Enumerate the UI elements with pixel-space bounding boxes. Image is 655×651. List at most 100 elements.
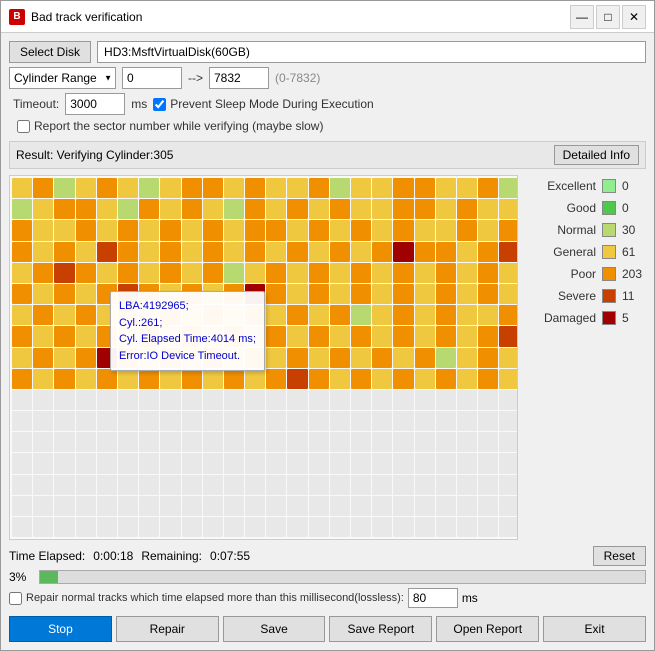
close-button[interactable]: ✕ bbox=[622, 5, 646, 29]
grid-cell bbox=[266, 326, 286, 346]
grid-cell bbox=[224, 242, 244, 262]
legend-color bbox=[602, 245, 616, 259]
grid-cell bbox=[415, 263, 435, 283]
grid-cell bbox=[33, 517, 53, 537]
grid-cell bbox=[54, 517, 74, 537]
report-sector-checkbox[interactable] bbox=[17, 120, 30, 133]
grid-cell bbox=[203, 199, 223, 219]
grid-cell bbox=[33, 411, 53, 431]
grid-cell bbox=[287, 517, 307, 537]
grid-cell bbox=[139, 475, 159, 495]
repair-button[interactable]: Repair bbox=[116, 616, 219, 642]
grid-cell bbox=[33, 369, 53, 389]
grid-cell bbox=[393, 263, 413, 283]
grid-cell bbox=[309, 263, 329, 283]
grid-cell bbox=[12, 369, 32, 389]
grid-cell bbox=[54, 305, 74, 325]
grid-cell bbox=[203, 263, 223, 283]
grid-cell bbox=[309, 517, 329, 537]
grid-cell bbox=[436, 326, 456, 346]
stop-button[interactable]: Stop bbox=[9, 616, 112, 642]
legend-count: 0 bbox=[622, 201, 646, 215]
grid-cell bbox=[182, 517, 202, 537]
grid-cell bbox=[33, 475, 53, 495]
grid-cell bbox=[266, 517, 286, 537]
grid-cell bbox=[97, 284, 117, 304]
prevent-sleep-label[interactable]: Prevent Sleep Mode During Execution bbox=[153, 97, 373, 111]
grid-cell bbox=[351, 411, 371, 431]
grid-cell bbox=[203, 220, 223, 240]
grid-cell bbox=[224, 263, 244, 283]
grid-cell bbox=[76, 305, 96, 325]
grid-cell bbox=[182, 453, 202, 473]
grid-cell bbox=[224, 496, 244, 516]
legend-count: 11 bbox=[622, 289, 646, 303]
grid-cell bbox=[266, 411, 286, 431]
grid-cell bbox=[287, 326, 307, 346]
maximize-button[interactable]: □ bbox=[596, 5, 620, 29]
grid-cell bbox=[224, 348, 244, 368]
report-sector-label[interactable]: Report the sector number while verifying… bbox=[17, 119, 323, 133]
grid-cell bbox=[351, 178, 371, 198]
grid-cell bbox=[330, 242, 350, 262]
grid-cell bbox=[393, 242, 413, 262]
grid-cell bbox=[266, 305, 286, 325]
grid-cell bbox=[54, 284, 74, 304]
range-type-dropdown-wrap[interactable]: Cylinder Range bbox=[9, 67, 116, 89]
grid-cell bbox=[33, 263, 53, 283]
grid-cell bbox=[309, 411, 329, 431]
grid-cell bbox=[245, 199, 265, 219]
grid-cell bbox=[287, 390, 307, 410]
exit-button[interactable]: Exit bbox=[543, 616, 646, 642]
grid-cell bbox=[76, 178, 96, 198]
result-text: Result: Verifying Cylinder:305 bbox=[16, 148, 173, 162]
prevent-sleep-checkbox[interactable] bbox=[153, 98, 166, 111]
grid-cell bbox=[499, 411, 518, 431]
grid-cell bbox=[457, 475, 477, 495]
grid-cell bbox=[203, 517, 223, 537]
grid-cell bbox=[245, 432, 265, 452]
grid-cell bbox=[478, 178, 498, 198]
repair-checkbox[interactable] bbox=[9, 592, 22, 605]
range-type-dropdown[interactable]: Cylinder Range bbox=[9, 67, 116, 89]
disk-value: HD3:MsftVirtualDisk(60GB) bbox=[97, 41, 646, 63]
grid-cell bbox=[330, 496, 350, 516]
open-report-button[interactable]: Open Report bbox=[436, 616, 539, 642]
grid-cell bbox=[33, 178, 53, 198]
grid-cell bbox=[203, 326, 223, 346]
grid-cell bbox=[118, 432, 138, 452]
window-title: Bad track verification bbox=[31, 10, 570, 24]
grid-cell bbox=[33, 284, 53, 304]
save-report-button[interactable]: Save Report bbox=[329, 616, 432, 642]
grid-cell bbox=[436, 348, 456, 368]
grid-cell bbox=[12, 284, 32, 304]
title-bar: B Bad track verification — □ ✕ bbox=[1, 1, 654, 33]
reset-button[interactable]: Reset bbox=[593, 546, 646, 566]
repair-ms-input[interactable] bbox=[408, 588, 458, 608]
detailed-info-button[interactable]: Detailed Info bbox=[554, 145, 639, 165]
grid-cell bbox=[351, 284, 371, 304]
timeout-input[interactable] bbox=[65, 93, 125, 115]
grid-cell bbox=[436, 220, 456, 240]
select-disk-button[interactable]: Select Disk bbox=[9, 41, 91, 63]
grid-cell bbox=[393, 220, 413, 240]
grid-cell bbox=[478, 220, 498, 240]
range-end-input[interactable] bbox=[209, 67, 269, 89]
grid-cell bbox=[330, 220, 350, 240]
save-button[interactable]: Save bbox=[223, 616, 326, 642]
grid-cell bbox=[287, 305, 307, 325]
grid-cell bbox=[457, 517, 477, 537]
grid-cell bbox=[393, 453, 413, 473]
grid-cell bbox=[266, 284, 286, 304]
grid-cell bbox=[287, 178, 307, 198]
range-start-input[interactable] bbox=[122, 67, 182, 89]
grid-cell bbox=[478, 369, 498, 389]
grid-cell bbox=[182, 263, 202, 283]
grid-cell bbox=[97, 475, 117, 495]
minimize-button[interactable]: — bbox=[570, 5, 594, 29]
grid-cell bbox=[372, 453, 392, 473]
grid-cell bbox=[97, 390, 117, 410]
progress-row: 3% bbox=[9, 570, 646, 584]
repair-checkbox-label[interactable]: Repair normal tracks which time elapsed … bbox=[9, 592, 404, 605]
grid-cell bbox=[54, 475, 74, 495]
